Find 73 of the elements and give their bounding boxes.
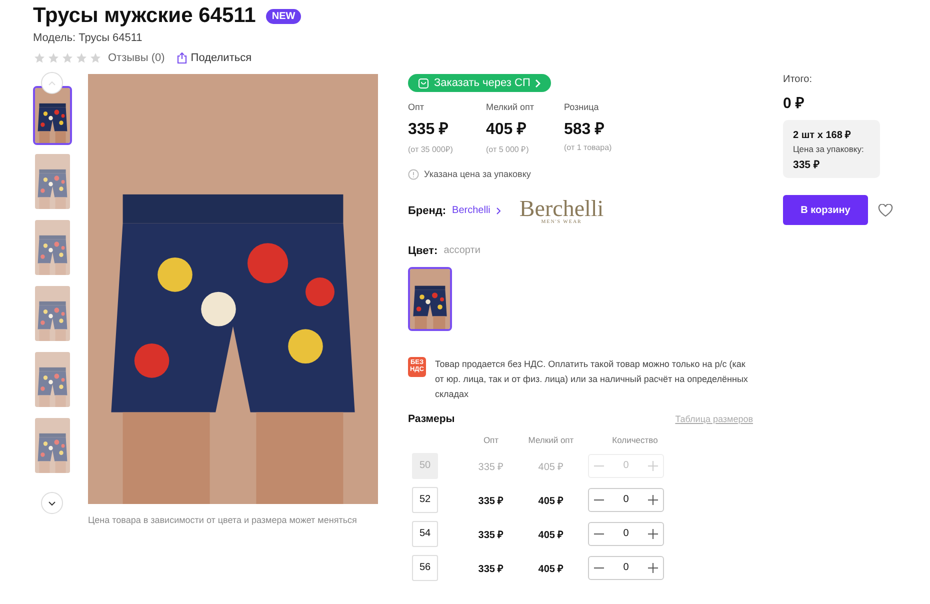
price-value: 405 ₽ [486, 120, 528, 138]
column-header: Количество [611, 434, 659, 444]
price-label: Мелкий опт [486, 102, 536, 112]
thumbnail[interactable] [33, 152, 72, 211]
brand-label: Бренд: [408, 204, 446, 216]
scroll-up-button[interactable] [41, 72, 63, 94]
color-swatch[interactable] [408, 266, 452, 330]
price-note: Цена товара в зависимости от цвета и размера может меняться [88, 515, 358, 525]
price-value: 583 ₽ [564, 120, 606, 138]
total-label: Итого: [783, 74, 813, 85]
wholesale-price: 335 ₽ [477, 494, 505, 506]
total-value: 0 ₽ [783, 94, 806, 112]
info-icon [408, 168, 419, 180]
share-link[interactable]: Поделиться [190, 52, 252, 64]
plus-icon[interactable] [647, 494, 659, 506]
thumbnail-photo [35, 154, 70, 209]
vat-notice: Товар продается без НДС. Оплатить такой товар можно только на р/с (как от юр. лица, так и от физ. лица) или за наличный расчёт на определённых складах [435, 358, 749, 401]
thumbnail[interactable] [33, 218, 72, 277]
color-value: ассорти [444, 245, 480, 256]
small-wholesale-price: 405 ₽ [537, 460, 565, 472]
quantity-value: 0 [623, 494, 629, 505]
new-badge: NEW [266, 8, 302, 24]
price-condition: (от 5 000 ₽) [486, 144, 530, 154]
size-option[interactable]: 52 [412, 486, 438, 512]
quantity-value: 0 [623, 528, 629, 539]
plus-icon[interactable] [647, 528, 659, 540]
price-label: Опт [408, 102, 425, 112]
quantity-stepper[interactable]: 0 [588, 488, 664, 512]
thumbnail-photo [35, 352, 70, 407]
bag-icon[interactable] [418, 78, 429, 88]
add-to-cart-button[interactable]: В корзину [783, 195, 868, 225]
small-wholesale-price: 405 ₽ [537, 562, 565, 574]
quantity-value: 0 [623, 460, 629, 471]
pack-price: 335 ₽ [793, 158, 820, 171]
thumbnail-photo [35, 418, 70, 473]
small-wholesale-price: 405 ₽ [537, 494, 565, 506]
price-value: 335 ₽ [408, 120, 450, 138]
quantity-value: 0 [623, 562, 629, 573]
thumbnail-photo [35, 286, 70, 341]
model-text: Модель: Трусы 64511 [33, 32, 144, 44]
column-header: Мелкий опт [527, 434, 575, 444]
plus-icon[interactable] [647, 562, 659, 574]
reviews-link[interactable]: Отзывы (0) [108, 52, 165, 64]
price-hint: Указана цена за упаковку [424, 169, 531, 179]
pack-quantity: 2 шт x 168 ₽ [793, 129, 852, 141]
quantity-stepper[interactable]: 0 [588, 556, 664, 580]
price-condition: (от 35 000₽) [408, 144, 454, 154]
color-label: Цвет: [408, 244, 438, 256]
size-option[interactable]: 56 [412, 554, 438, 580]
size-option[interactable]: 54 [412, 520, 438, 546]
swatch-photo [410, 268, 450, 328]
thumbnail[interactable] [33, 86, 72, 145]
thumbnail-photo [35, 88, 70, 143]
thumbnail[interactable] [33, 284, 72, 343]
share-icon[interactable] [176, 52, 187, 64]
wholesale-price: 335 ₽ [477, 562, 505, 574]
thumbnail[interactable] [33, 416, 72, 475]
sizes-heading: Размеры [408, 412, 455, 424]
heart-icon[interactable] [878, 204, 893, 216]
price-condition: (от 1 товара) [564, 142, 613, 152]
product-title: Трусы мужские 64511 [33, 4, 256, 28]
quantity-stepper[interactable]: 0 [588, 522, 664, 546]
chevron-down-icon[interactable] [48, 500, 56, 506]
wholesale-price: 335 ₽ [477, 528, 505, 540]
small-wholesale-price: 405 ₽ [537, 528, 565, 540]
column-header: Опт [482, 434, 500, 444]
thumbnail-photo [35, 220, 70, 275]
pack-price-label: Цена за упаковку: [793, 144, 865, 154]
chevron-right-icon[interactable] [496, 206, 502, 214]
thumbnail[interactable] [33, 350, 72, 409]
price-label: Розница [564, 102, 600, 112]
brand-link[interactable]: Berchelli [452, 205, 490, 216]
wholesale-price: 335 ₽ [477, 460, 505, 472]
